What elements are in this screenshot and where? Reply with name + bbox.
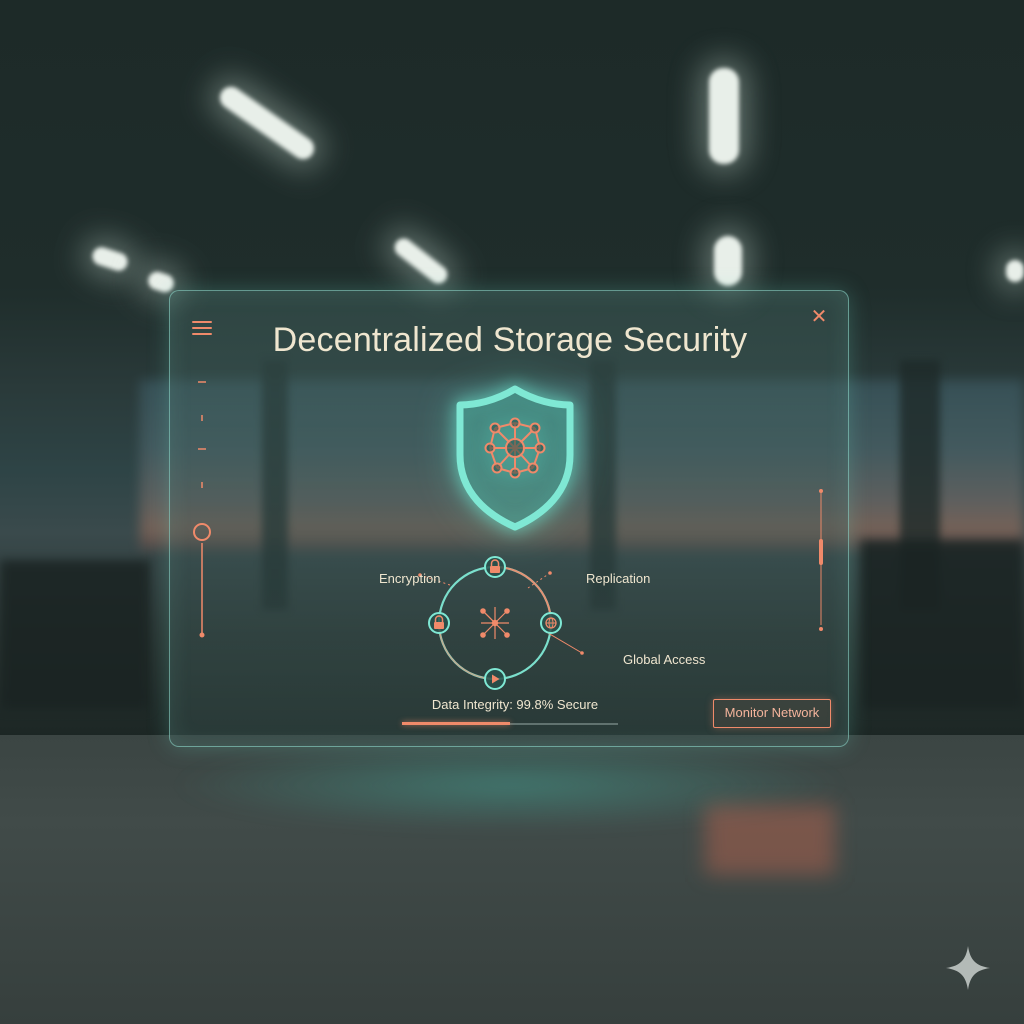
monitor-network-button[interactable]: Monitor Network xyxy=(713,699,831,728)
ceiling-light xyxy=(145,269,177,295)
security-panel: ✕ Decentralized Storage Security Encrypt… xyxy=(169,290,849,747)
globe-icon[interactable] xyxy=(540,612,562,634)
page-title: Decentralized Storage Security xyxy=(272,321,748,359)
global-access-label: Global Access xyxy=(623,652,706,667)
background-furniture xyxy=(0,560,150,710)
ceiling-light xyxy=(709,68,739,164)
ceiling-light xyxy=(391,234,451,288)
data-integrity-status: Data Integrity: 99.8% Secure xyxy=(431,697,599,712)
shield-network-icon xyxy=(456,385,574,531)
vertical-slider[interactable] xyxy=(188,377,218,647)
sparkle-icon xyxy=(946,946,990,990)
ceiling-light xyxy=(714,236,742,286)
lock-icon[interactable] xyxy=(428,612,450,634)
background-furniture xyxy=(860,540,1024,710)
ceiling-light xyxy=(215,82,319,164)
ceiling-light xyxy=(90,244,130,274)
desk-reflection xyxy=(705,805,835,875)
integrity-progress-bar xyxy=(402,722,618,725)
encryption-label: Encryption xyxy=(379,571,441,586)
vertical-scrollbar[interactable] xyxy=(806,487,836,635)
play-icon[interactable] xyxy=(484,668,506,690)
ceiling-light xyxy=(1006,260,1024,282)
integrity-progress-fill xyxy=(402,722,510,725)
lock-icon[interactable] xyxy=(484,556,506,578)
replication-label: Replication xyxy=(586,571,651,586)
